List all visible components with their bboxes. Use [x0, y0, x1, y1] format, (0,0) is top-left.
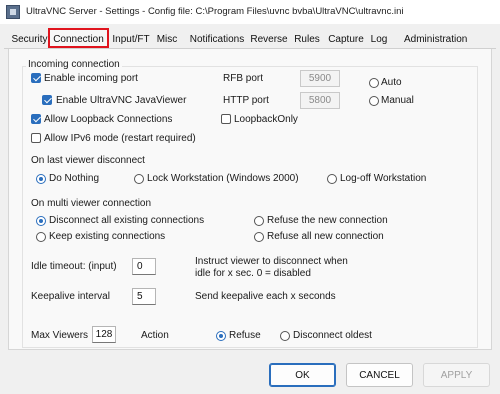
disconnect-oldest-radio[interactable] — [280, 331, 290, 341]
tab-log[interactable]: Log — [369, 31, 389, 49]
rfb-port-input[interactable]: 5900 — [300, 70, 340, 87]
allow-ipv6-label: Allow IPv6 mode (restart required) — [44, 133, 196, 144]
enable-javaviewer-checkbox[interactable] — [42, 95, 52, 105]
tab-capture[interactable]: Capture — [328, 31, 364, 49]
refuse-all-label: Refuse all new connection — [267, 231, 384, 242]
idle-timeout-label: Idle timeout: (input) — [31, 261, 117, 272]
keep-existing-label: Keep existing connections — [49, 231, 166, 242]
action-label: Action — [141, 330, 169, 341]
disconnect-oldest-label: Disconnect oldest — [293, 330, 372, 341]
disconnect-all-radio[interactable] — [36, 216, 46, 226]
incoming-connection-legend: Incoming connection — [26, 59, 122, 70]
disconnect-all-label: Disconnect all existing connections — [49, 215, 205, 226]
allow-loopback-checkbox[interactable] — [31, 114, 41, 124]
keepalive-description: Send keepalive each x seconds — [195, 291, 336, 302]
tab-notifications[interactable]: Notifications — [189, 31, 245, 49]
rfb-port-label: RFB port — [223, 73, 264, 84]
last-disconnect-heading: On last viewer disconnect — [31, 155, 145, 166]
multi-viewer-heading: On multi viewer connection — [31, 198, 152, 209]
tab-rules[interactable]: Rules — [293, 31, 321, 49]
port-manual-radio[interactable] — [369, 96, 379, 106]
http-port-input[interactable]: 5800 — [300, 92, 340, 109]
max-viewers-label: Max Viewers — [31, 330, 89, 341]
do-nothing-radio[interactable] — [36, 174, 46, 184]
port-manual-label: Manual — [381, 95, 414, 106]
loopback-only-checkbox[interactable] — [221, 114, 231, 124]
lock-workstation-radio[interactable] — [134, 174, 144, 184]
do-nothing-label: Do Nothing — [49, 173, 100, 184]
allow-loopback-label: Allow Loopback Connections — [44, 114, 173, 125]
tab-reverse[interactable]: Reverse — [249, 31, 289, 49]
tab-connection[interactable]: Connection — [50, 31, 107, 49]
refuse-new-radio[interactable] — [254, 216, 264, 226]
lock-workstation-label: Lock Workstation (Windows 2000) — [147, 173, 299, 184]
idle-timeout-input[interactable]: 0 — [132, 258, 156, 275]
ultravnc-app-icon — [6, 5, 20, 19]
keepalive-input[interactable]: 5 — [132, 288, 156, 305]
cancel-button[interactable]: CANCEL — [346, 363, 413, 387]
max-viewers-input[interactable]: 128 — [92, 326, 116, 343]
keep-existing-radio[interactable] — [36, 232, 46, 242]
title-bar: UltraVNC Server - Settings - Config file… — [0, 0, 500, 24]
ok-button[interactable]: OK — [269, 363, 336, 387]
loopback-only-label: LoopbackOnly — [234, 114, 298, 125]
idle-timeout-description-1: Instruct viewer to disconnect when — [195, 256, 348, 267]
tab-security[interactable]: Security — [11, 31, 48, 49]
tab-administration[interactable]: Administration — [404, 31, 467, 49]
refuse-new-label: Refuse the new connection — [267, 215, 388, 226]
enable-incoming-label: Enable incoming port — [44, 73, 138, 84]
enable-incoming-checkbox[interactable] — [31, 73, 41, 83]
apply-button[interactable]: APPLY — [423, 363, 490, 387]
http-port-label: HTTP port — [223, 95, 269, 106]
refuse-label: Refuse — [229, 330, 261, 341]
tab-misc[interactable]: Misc — [154, 31, 180, 49]
port-auto-radio[interactable] — [369, 78, 379, 88]
allow-ipv6-checkbox[interactable] — [31, 133, 41, 143]
refuse-all-radio[interactable] — [254, 232, 264, 242]
port-auto-label: Auto — [381, 77, 402, 88]
keepalive-label: Keepalive interval — [31, 291, 110, 302]
window-title: UltraVNC Server - Settings - Config file… — [26, 6, 404, 17]
refuse-radio[interactable] — [216, 331, 226, 341]
logoff-workstation-label: Log-off Workstation — [340, 173, 427, 184]
idle-timeout-description-2: idle for x sec. 0 = disabled — [195, 268, 311, 279]
enable-javaviewer-label: Enable UltraVNC JavaViewer — [56, 95, 187, 106]
tab-input-ft[interactable]: Input/FT — [109, 31, 153, 49]
logoff-workstation-radio[interactable] — [327, 174, 337, 184]
